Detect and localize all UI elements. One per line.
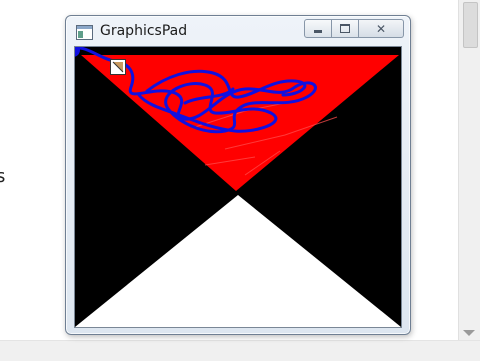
close-icon: ✕ [375,21,387,36]
scrollbar-thumb[interactable] [463,2,478,48]
canvas-drawing [75,47,401,327]
close-button[interactable]: ✕ [359,19,404,38]
scroll-down-arrow-icon[interactable] [463,330,475,336]
background-partial-text: s [0,166,6,187]
page-scrollbar[interactable] [458,0,480,340]
minimize-button[interactable] [304,19,332,38]
canvas-cursor-icon [110,59,126,75]
window-title: GraphicsPad [100,23,188,39]
app-icon [76,25,93,40]
minimize-icon [314,30,322,33]
graphicspad-window: GraphicsPad ✕ [65,15,411,335]
window-controls: ✕ [304,19,404,38]
bottom-strip [0,340,480,361]
maximize-icon [340,24,350,33]
drawing-canvas[interactable] [74,46,402,328]
maximize-button[interactable] [332,19,359,38]
